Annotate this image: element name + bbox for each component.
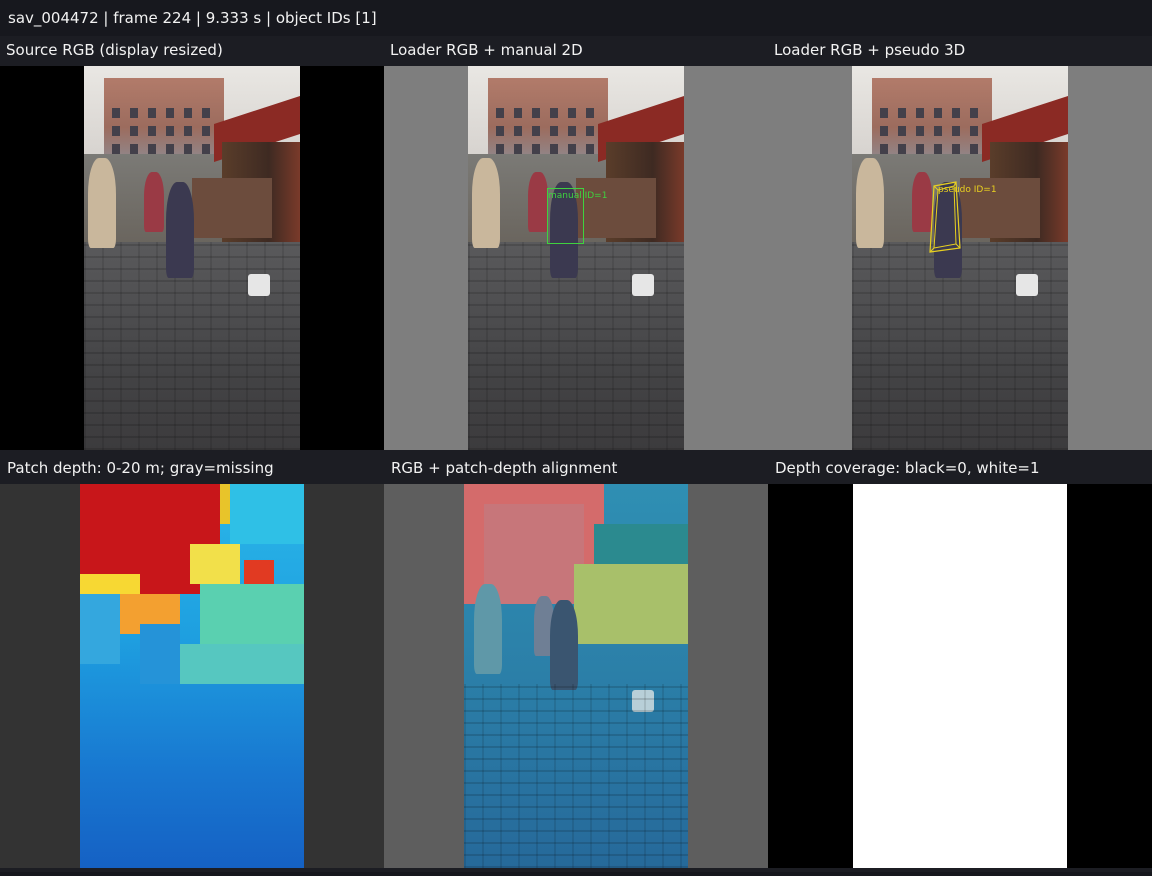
building-window xyxy=(898,126,906,136)
header-bar: sav_004472 | frame 224 | 9.333 s | objec… xyxy=(0,0,1152,36)
building-window xyxy=(532,108,540,118)
building-window xyxy=(586,126,594,136)
building-window xyxy=(496,126,504,136)
building-window xyxy=(952,126,960,136)
building-window xyxy=(880,126,888,136)
panel-patch-depth: Patch depth: 0-20 m; gray=missing xyxy=(0,454,384,872)
building-window xyxy=(586,144,594,154)
building-window xyxy=(898,144,906,154)
panel-manual-2d: Loader RGB + manual 2D manual ID=1 xyxy=(384,36,768,454)
building-window xyxy=(112,144,120,154)
building-window xyxy=(568,126,576,136)
building-window xyxy=(184,144,192,154)
building-window xyxy=(586,108,594,118)
building-window xyxy=(550,144,558,154)
building-window xyxy=(916,108,924,118)
panel-title: Depth coverage: black=0, white=1 xyxy=(775,459,1040,477)
building-window xyxy=(970,144,978,154)
building-window xyxy=(934,108,942,118)
building-window xyxy=(514,126,522,136)
panel-source-rgb: Source RGB (display resized) xyxy=(0,36,384,454)
building-window xyxy=(568,108,576,118)
building-window xyxy=(166,108,174,118)
building-window xyxy=(880,144,888,154)
building-window xyxy=(202,126,210,136)
building-window xyxy=(970,126,978,136)
building-window xyxy=(112,126,120,136)
building-window xyxy=(496,144,504,154)
building-window xyxy=(952,144,960,154)
building-window xyxy=(130,126,138,136)
header-title: sav_004472 | frame 224 | 9.333 s | objec… xyxy=(8,9,377,27)
image-view xyxy=(768,484,1152,868)
panel-title: Loader RGB + manual 2D xyxy=(390,41,583,59)
image-view: pseudo ID=1 xyxy=(768,66,1152,450)
building-window xyxy=(184,126,192,136)
image-view xyxy=(0,66,384,450)
building-window xyxy=(148,108,156,118)
building-window xyxy=(112,108,120,118)
building-window xyxy=(916,144,924,154)
image-view xyxy=(384,484,768,868)
alignment-overlay xyxy=(464,484,688,868)
building-window xyxy=(166,144,174,154)
building-window xyxy=(184,108,192,118)
building-window xyxy=(952,108,960,118)
manual-box-label: manual ID=1 xyxy=(548,191,608,201)
building-window xyxy=(532,144,540,154)
panel-pseudo-3d: Loader RGB + pseudo 3D pseudo ID=1 xyxy=(768,36,1152,454)
building-window xyxy=(514,108,522,118)
building-window xyxy=(148,144,156,154)
image-view: manual ID=1 xyxy=(384,66,768,450)
building-window xyxy=(148,126,156,136)
panel-depth-coverage: Depth coverage: black=0, white=1 xyxy=(768,454,1152,872)
rgb-image xyxy=(84,66,300,450)
building-window xyxy=(514,144,522,154)
rgb-image: manual ID=1 xyxy=(468,66,684,450)
building-window xyxy=(916,126,924,136)
pseudo-box-label: pseudo ID=1 xyxy=(938,185,997,195)
panel-title: Patch depth: 0-20 m; gray=missing xyxy=(7,459,274,477)
building-window xyxy=(202,144,210,154)
building-window xyxy=(898,108,906,118)
building-window xyxy=(130,144,138,154)
panel-title: Loader RGB + pseudo 3D xyxy=(774,41,966,59)
rgb-image: pseudo ID=1 xyxy=(852,66,1068,450)
building-window xyxy=(880,108,888,118)
building-window xyxy=(130,108,138,118)
panel-title: Source RGB (display resized) xyxy=(6,41,223,59)
building-window xyxy=(550,108,558,118)
building-window xyxy=(568,144,576,154)
building-window xyxy=(550,126,558,136)
depth-map xyxy=(80,484,304,868)
panel-title: RGB + patch-depth alignment xyxy=(391,459,618,477)
building-window xyxy=(934,144,942,154)
building-window xyxy=(934,126,942,136)
image-view xyxy=(0,484,384,868)
building-window xyxy=(532,126,540,136)
coverage-map xyxy=(853,484,1067,868)
building-window xyxy=(166,126,174,136)
panel-depth-alignment: RGB + patch-depth alignment xyxy=(384,454,768,872)
building-window xyxy=(202,108,210,118)
building-window xyxy=(496,108,504,118)
building-window xyxy=(970,108,978,118)
